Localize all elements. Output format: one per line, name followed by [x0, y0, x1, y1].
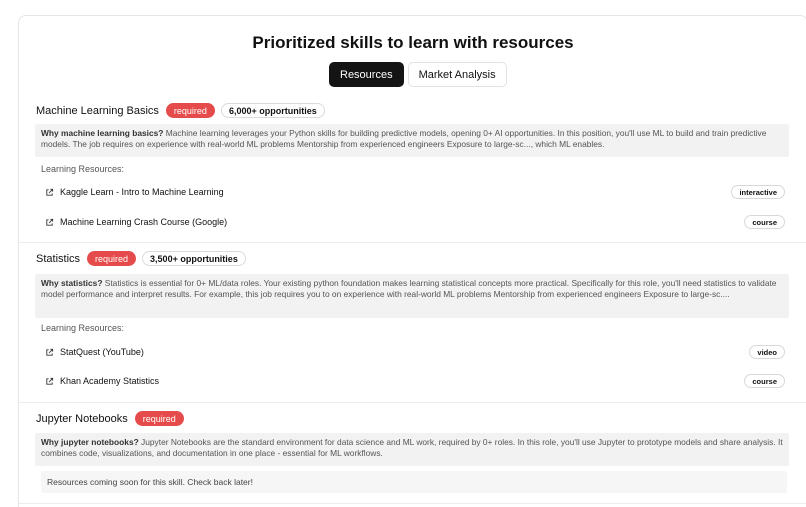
resource-item[interactable]: Machine Learning Crash Course (Google) c… [45, 213, 785, 231]
resources-label: Learning Resources: [41, 164, 125, 174]
skill-divider [19, 402, 806, 403]
priority-badge: required [87, 251, 137, 266]
skill-divider [19, 242, 806, 243]
external-link-icon [46, 377, 54, 385]
resource-item[interactable]: Khan Academy Statistics course [45, 372, 785, 390]
why-title: Why machine learning basics? [41, 128, 164, 138]
resource-link[interactable]: StatQuest (YouTube) [45, 347, 144, 357]
tab-resources[interactable]: Resources [329, 62, 404, 87]
why-box-statistics: Why statistics? Statistics is essential … [35, 274, 789, 318]
resource-title: Kaggle Learn - Intro to Machine Learning [60, 187, 224, 197]
external-link-icon [46, 218, 54, 226]
resource-link[interactable]: Khan Academy Statistics [45, 376, 159, 386]
why-text: Jupyter Notebooks are the standard envir… [41, 437, 783, 458]
why-text: Statistics is essential for 0+ ML/data r… [41, 278, 777, 299]
resource-title: StatQuest (YouTube) [60, 347, 144, 357]
resources-label: Learning Resources: [41, 323, 125, 333]
opportunities-badge: 3,500+ opportunities [142, 251, 246, 266]
resource-link[interactable]: Machine Learning Crash Course (Google) [45, 217, 227, 227]
skill-name: Statistics [36, 252, 81, 265]
resource-type-badge: interactive [731, 185, 785, 199]
why-title: Why statistics? [41, 278, 103, 288]
external-link-icon [46, 188, 54, 196]
external-link-icon [46, 348, 54, 356]
resource-type-badge: video [749, 345, 785, 359]
resource-title: Machine Learning Crash Course (Google) [60, 217, 228, 227]
tab-market-analysis[interactable]: Market Analysis [407, 62, 507, 87]
skill-header-jupyter: Jupyter Notebooks required [36, 411, 184, 426]
resource-item[interactable]: StatQuest (YouTube) video [45, 343, 785, 361]
resource-title: Khan Academy Statistics [60, 376, 160, 386]
skill-header-ml-basics: Machine Learning Basics required 6,000+ … [36, 103, 325, 118]
why-box-ml-basics: Why machine learning basics? Machine lea… [35, 124, 789, 157]
resource-link[interactable]: Kaggle Learn - Intro to Machine Learning [45, 187, 224, 197]
view-tabs: Resources Market Analysis [329, 62, 507, 87]
page-title: Prioritized skills to learn with resourc… [252, 33, 574, 52]
skill-header-statistics: Statistics required 3,500+ opportunities [36, 251, 246, 266]
skill-name: Jupyter Notebooks [36, 412, 128, 425]
priority-badge: required [134, 411, 184, 426]
skill-divider [19, 503, 806, 504]
why-box-jupyter: Why jupyter notebooks? Jupyter Notebooks… [35, 433, 789, 466]
priority-badge: required [165, 103, 215, 118]
skill-name: Machine Learning Basics [36, 104, 159, 117]
resource-item[interactable]: Kaggle Learn - Intro to Machine Learning… [45, 183, 785, 201]
resource-type-badge: course [744, 374, 785, 388]
resource-type-badge: course [744, 215, 785, 229]
opportunities-badge: 6,000+ opportunities [220, 103, 325, 118]
why-title: Why jupyter notebooks? [41, 437, 139, 447]
resources-empty-message: Resources coming soon for this skill. Ch… [41, 471, 787, 493]
